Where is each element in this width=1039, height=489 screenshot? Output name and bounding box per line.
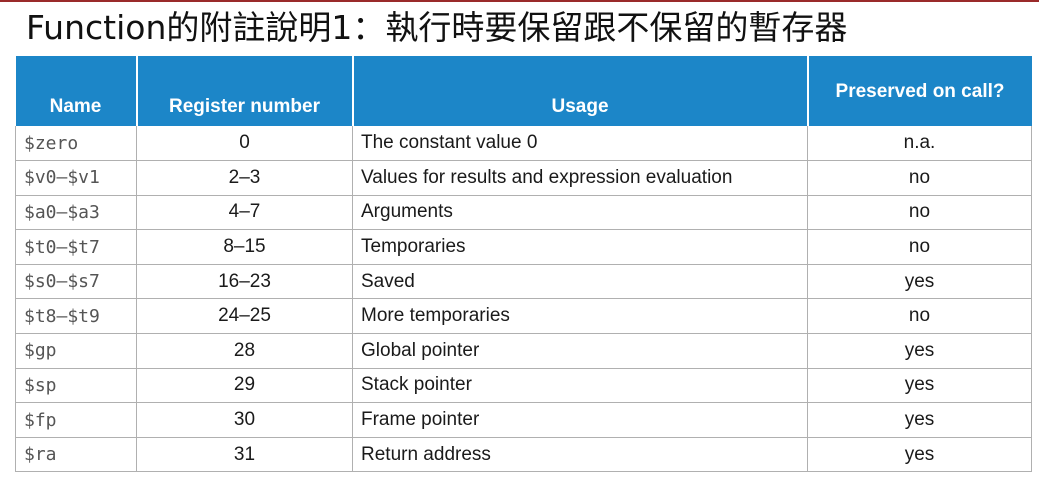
cell-register-number: 29 (136, 367, 353, 404)
cell-register-name: $ra (15, 436, 137, 473)
table-row: $fp 30 Frame pointer yes (15, 402, 1032, 438)
register-table: Name Register number Usage Preserved on … (15, 56, 1032, 473)
cell-usage: Saved (352, 263, 808, 300)
table-row: $v0–$v1 2–3 Values for results and express… (15, 160, 1032, 196)
cell-register-name: $t0–$t7 (15, 229, 137, 265)
cell-usage: The constant value 0 (352, 126, 808, 162)
cell-preserved: no (807, 160, 1032, 196)
cell-register-name: $zero (15, 126, 137, 162)
table-row: $sp 29 Stack pointer yes (15, 367, 1032, 404)
cell-register-name: $s0–$s7 (15, 263, 137, 300)
table-header-row: Name Register number Usage Preserved on … (15, 56, 1032, 126)
table-row: $s0–$s7 16–23 Saved yes (15, 263, 1032, 300)
cell-register-name: $v0–$v1 (15, 160, 137, 196)
cell-usage: Global pointer (352, 333, 808, 369)
header-usage: Usage (351, 56, 809, 126)
cell-register-number: 4–7 (136, 194, 353, 231)
cell-preserved: no (807, 229, 1032, 265)
cell-preserved: yes (807, 333, 1032, 369)
cell-register-number: 0 (136, 126, 353, 162)
table-row: $gp 28 Global pointer yes (15, 333, 1032, 369)
cell-usage: Frame pointer (352, 402, 808, 438)
cell-register-name: $a0–$a3 (15, 194, 137, 231)
table-row: $t0–$t7 8–15 Temporaries no (15, 229, 1032, 265)
cell-register-number: 31 (136, 436, 353, 473)
table-row: $ra 31 Return address yes (15, 436, 1032, 473)
cell-register-number: 24–25 (136, 298, 353, 335)
cell-register-number: 2–3 (136, 160, 353, 196)
header-preserved-on-call: Preserved on call? (806, 56, 1032, 126)
cell-preserved: yes (807, 263, 1032, 300)
cell-register-number: 30 (136, 402, 353, 438)
cell-usage: Return address (352, 436, 808, 473)
cell-register-name: $t8–$t9 (15, 298, 137, 335)
cell-register-name: $sp (15, 367, 137, 404)
cell-register-number: 16–23 (136, 263, 353, 300)
table-row: $zero 0 The constant value 0 n.a. (15, 126, 1032, 162)
header-register-number: Register number (135, 56, 354, 126)
cell-usage: Stack pointer (352, 367, 808, 404)
cell-register-name: $gp (15, 333, 137, 369)
cell-register-name: $fp (15, 402, 137, 438)
cell-preserved: n.a. (807, 126, 1032, 162)
table-row: $a0–$a3 4–7 Arguments no (15, 194, 1032, 231)
cell-usage: Arguments (352, 194, 808, 231)
slide-title: Function的附註說明1：執行時要保留跟不保留的暫存器 (26, 8, 848, 47)
cell-register-number: 28 (136, 333, 353, 369)
cell-preserved: yes (807, 367, 1032, 404)
cell-usage: Values for results and expression evalua… (352, 160, 808, 196)
cell-register-number: 8–15 (136, 229, 353, 265)
cell-usage: More temporaries (352, 298, 808, 335)
top-accent-rule (0, 0, 1039, 2)
cell-preserved: no (807, 194, 1032, 231)
header-name: Name (15, 56, 138, 126)
cell-preserved: no (807, 298, 1032, 335)
cell-preserved: yes (807, 402, 1032, 438)
cell-preserved: yes (807, 436, 1032, 473)
cell-usage: Temporaries (352, 229, 808, 265)
table-row: $t8–$t9 24–25 More temporaries no (15, 298, 1032, 335)
